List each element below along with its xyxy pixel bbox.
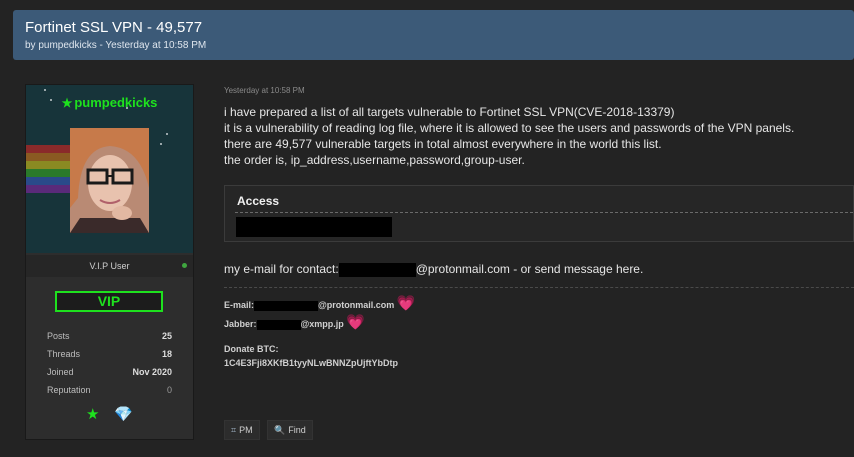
pm-label: PM bbox=[239, 425, 253, 435]
post-line: it is a vulnerability of reading log fil… bbox=[224, 121, 795, 135]
post-line: the order is, ip_address,username,passwo… bbox=[224, 153, 525, 167]
signature-btc-address: 1C4E3Fji8XKfB1tyyNLwBNNZpUjftYbDtp bbox=[224, 358, 399, 368]
heart-icon: 💗 bbox=[346, 314, 365, 331]
heart-icon: 💗 bbox=[396, 295, 416, 312]
contact-line: my e-mail for contact: @protonmail.com - … bbox=[224, 262, 643, 277]
username[interactable]: ★ pumpedkicks bbox=[26, 95, 193, 110]
signature-divider bbox=[224, 287, 854, 288]
pm-button[interactable]: ⌗ PM bbox=[224, 420, 260, 440]
signature-email: E-mail: @protonmail.com 💗 bbox=[224, 294, 416, 312]
contact-prefix: my e-mail for contact: bbox=[224, 262, 339, 276]
post-time[interactable]: Yesterday at 10:58 PM bbox=[224, 86, 305, 95]
star-dot bbox=[160, 143, 162, 145]
email-domain: @protonmail.com bbox=[318, 300, 395, 310]
user-title-text: V.I.P User bbox=[89, 261, 130, 271]
username-text: pumpedkicks bbox=[74, 95, 158, 110]
star-dot bbox=[44, 89, 46, 91]
find-button[interactable]: 🔍 Find bbox=[267, 420, 313, 440]
jabber-label: Jabber: bbox=[224, 319, 257, 329]
stat-threads: Threads 18 bbox=[47, 349, 172, 359]
star-dot bbox=[166, 133, 168, 135]
post-line: i have prepared a list of all targets vu… bbox=[224, 105, 675, 119]
signature-btc-label: Donate BTC: bbox=[224, 344, 279, 354]
thread-title: Fortinet SSL VPN - 49,577 bbox=[25, 19, 203, 36]
stat-value: 18 bbox=[161, 349, 172, 359]
user-card: ★ pumpedkicks V.I.P User VIP Posts 25 Thr… bbox=[25, 84, 194, 440]
jabber-domain: @xmpp.jp bbox=[300, 319, 344, 329]
redacted-jabber bbox=[256, 319, 301, 330]
post-line: there are 49,577 vulnerable targets in t… bbox=[224, 137, 662, 151]
redacted-email bbox=[254, 300, 319, 311]
stat-label: Threads bbox=[47, 349, 81, 359]
stat-reputation: Reputation 0 bbox=[47, 385, 172, 395]
contact-suffix: @protonmail.com - or send message here. bbox=[415, 262, 644, 276]
star-icon: ★ bbox=[61, 96, 73, 110]
find-label: Find bbox=[288, 425, 306, 435]
signature-jabber: Jabber: @xmpp.jp 💗 bbox=[224, 313, 365, 331]
stat-label: Joined bbox=[47, 367, 74, 377]
thread-header: Fortinet SSL VPN - 49,577 by pumpedkicks… bbox=[13, 10, 854, 60]
post-body: i have prepared a list of all targets vu… bbox=[224, 104, 844, 168]
search-icon: 🔍 bbox=[274, 425, 286, 435]
avatar[interactable] bbox=[70, 128, 149, 233]
redacted-email bbox=[338, 262, 416, 277]
access-block-title: Access bbox=[237, 194, 280, 208]
stat-value: 25 bbox=[161, 331, 172, 341]
message-icon: ⌗ bbox=[231, 425, 237, 435]
divider bbox=[235, 212, 853, 213]
avatar-image bbox=[70, 128, 149, 233]
stat-value: 0 bbox=[166, 385, 172, 395]
stat-posts: Posts 25 bbox=[47, 331, 172, 341]
user-title: V.I.P User bbox=[26, 255, 193, 277]
access-block: Access bbox=[224, 185, 854, 242]
star-award-icon[interactable]: ★ bbox=[86, 405, 99, 423]
stat-label: Reputation bbox=[47, 385, 91, 395]
email-label: E-mail: bbox=[224, 300, 255, 310]
profile-banner: ★ pumpedkicks bbox=[26, 85, 193, 253]
diamond-award-icon[interactable]: 💎 bbox=[114, 405, 133, 423]
online-status-icon bbox=[182, 263, 187, 268]
stat-label: Posts bbox=[47, 331, 70, 341]
redacted-content bbox=[236, 217, 392, 237]
thread-subtitle: by pumpedkicks - Yesterday at 10:58 PM bbox=[25, 40, 207, 51]
stat-joined: Joined Nov 2020 bbox=[47, 367, 172, 377]
stat-value: Nov 2020 bbox=[132, 367, 172, 377]
vip-badge: VIP bbox=[55, 291, 163, 312]
